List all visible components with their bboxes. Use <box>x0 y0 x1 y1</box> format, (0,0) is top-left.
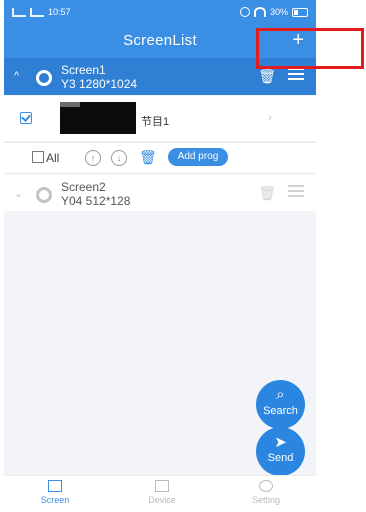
battery-icon <box>292 7 308 17</box>
send-label: Send <box>267 452 294 464</box>
screen-spec: Y04 512*128 <box>61 194 131 208</box>
signal-icon <box>30 7 44 17</box>
page-title: ScreenList <box>123 32 197 49</box>
search-icon: ⌕ <box>276 386 285 403</box>
search-label: Search <box>263 405 298 417</box>
move-up-icon[interactable]: ↑ <box>85 150 101 166</box>
program-name: 节目1 <box>141 116 170 128</box>
add-screen-button[interactable]: + <box>292 29 304 51</box>
chevron-down-icon[interactable]: ⌄ <box>14 187 23 200</box>
select-all-label: All <box>46 151 60 165</box>
program-row[interactable]: 节目1 › <box>4 96 316 141</box>
drag-menu-icon[interactable] <box>288 68 304 80</box>
wifi-icon <box>253 7 266 17</box>
trash-icon[interactable]: 🗑 <box>139 149 157 166</box>
thumbnail-bar <box>60 102 80 107</box>
screen-spec: Y3 1280*1024 <box>61 77 138 91</box>
screen-radio[interactable] <box>36 187 52 203</box>
trash-icon[interactable]: 🗑 <box>258 68 276 85</box>
chevron-right-icon[interactable]: › <box>268 110 272 124</box>
status-left: 10:57 <box>12 7 71 17</box>
move-down-icon[interactable]: ↓ <box>111 150 127 166</box>
bottom-tabbar: Screen Device Setting <box>4 475 316 512</box>
app-header: ScreenList + <box>4 24 316 58</box>
screen-icon <box>48 480 62 492</box>
add-prog-button[interactable]: Add prog <box>168 148 228 166</box>
device-icon <box>155 480 169 492</box>
battery-percent: 30% <box>269 7 288 17</box>
signal-icon <box>12 7 26 17</box>
screen-name: Screen2 <box>61 180 106 194</box>
trash-icon[interactable]: 🗑 <box>258 185 276 202</box>
tab-device[interactable]: Device <box>127 480 197 505</box>
tab-setting[interactable]: Setting <box>231 480 301 505</box>
phone-screen: 10:57 30% ScreenList + ^ Screen1 Y3 1280… <box>4 0 316 512</box>
program-toolbar: All ↑ ↓ 🗑 Add prog <box>4 142 316 172</box>
screen-radio[interactable] <box>36 70 52 86</box>
tab-screen[interactable]: Screen <box>20 480 90 505</box>
tab-screen-label: Screen <box>40 495 70 505</box>
gear-icon <box>259 480 273 492</box>
drag-menu-icon[interactable] <box>288 185 304 197</box>
screen-row-screen1[interactable]: ^ Screen1 Y3 1280*1024 🗑 <box>4 58 316 95</box>
chevron-up-icon[interactable]: ^ <box>14 70 19 82</box>
search-button[interactable]: ⌕ Search <box>256 380 305 429</box>
select-all-checkbox[interactable] <box>32 151 44 163</box>
tab-device-label: Device <box>148 495 176 505</box>
status-bar: 10:57 30% <box>4 0 316 24</box>
send-button[interactable]: ➤ Send <box>256 427 305 476</box>
program-checkbox[interactable] <box>20 112 32 124</box>
tab-setting-label: Setting <box>251 495 281 505</box>
status-time: 10:57 <box>48 7 71 17</box>
program-thumbnail <box>60 102 136 134</box>
status-right: 30% <box>239 7 308 17</box>
screen-name: Screen1 <box>61 63 106 77</box>
screen-row-screen2[interactable]: ⌄ Screen2 Y04 512*128 🗑 <box>4 175 316 211</box>
send-icon: ➤ <box>274 434 287 451</box>
alarm-icon <box>239 7 250 17</box>
